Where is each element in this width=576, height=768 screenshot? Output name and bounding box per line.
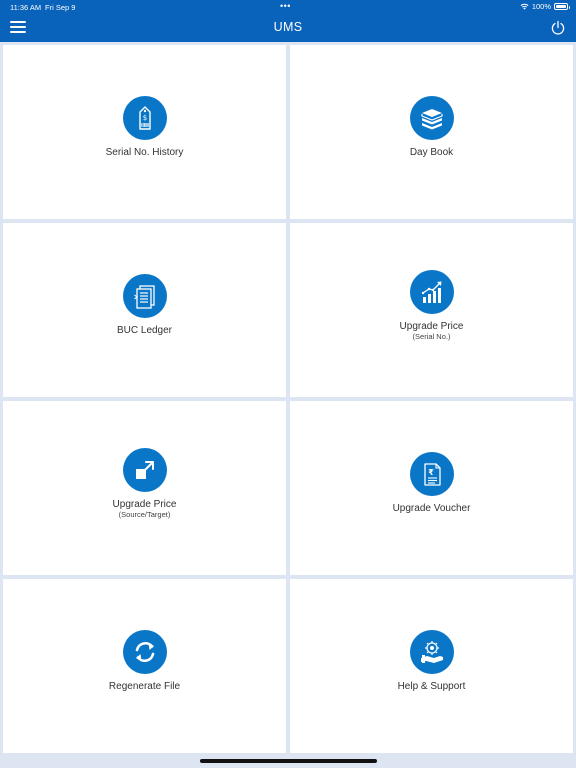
status-time: 11:36 AM bbox=[10, 3, 42, 12]
tile-upgrade-voucher[interactable]: ₹ Upgrade Voucher bbox=[290, 401, 573, 575]
tile-label: Serial No. History bbox=[105, 147, 184, 158]
page-title: UMS bbox=[273, 20, 303, 34]
svg-text:₹: ₹ bbox=[428, 468, 434, 477]
tile-sublabel: (Serial No.) bbox=[412, 331, 451, 341]
tile-label: Day Book bbox=[409, 147, 454, 158]
ledger-document-icon bbox=[122, 274, 167, 318]
tile-day-book[interactable]: Day Book bbox=[290, 45, 573, 219]
price-tag-barcode-icon: $ bbox=[122, 96, 167, 140]
tile-label: Upgrade Price bbox=[399, 320, 464, 332]
tile-label: Upgrade Voucher bbox=[392, 503, 471, 514]
tile-label: Regenerate File bbox=[108, 681, 181, 692]
tile-regenerate-file[interactable]: Regenerate File bbox=[3, 579, 286, 753]
status-bar: 11:36 AM Fri Sep 9 ••• 100% bbox=[0, 0, 576, 14]
refresh-icon bbox=[122, 630, 167, 674]
tile-upgrade-price-serial[interactable]: Upgrade Price (Serial No.) bbox=[290, 223, 573, 397]
tile-sublabel: (Source/Target) bbox=[118, 509, 171, 519]
growth-chart-icon bbox=[409, 269, 454, 314]
menu-grid: $ Serial No. History Day Book BUC Ledger… bbox=[3, 45, 573, 753]
svg-text:$: $ bbox=[142, 114, 146, 122]
status-right: 100% bbox=[520, 2, 570, 11]
tile-serial-no-history[interactable]: $ Serial No. History bbox=[3, 45, 286, 219]
tile-label: Upgrade Price bbox=[112, 498, 177, 510]
tile-label: Help & Support bbox=[397, 681, 466, 692]
wifi-icon bbox=[520, 3, 529, 10]
tile-upgrade-price-source-target[interactable]: Upgrade Price (Source/Target) bbox=[3, 401, 286, 575]
tile-help-support[interactable]: Help & Support bbox=[290, 579, 573, 753]
nav-bar: UMS bbox=[0, 14, 576, 42]
tile-label: BUC Ledger bbox=[116, 325, 173, 336]
battery-percent: 100% bbox=[531, 2, 551, 11]
battery-icon bbox=[554, 3, 570, 10]
tile-buc-ledger[interactable]: BUC Ledger bbox=[3, 223, 286, 397]
status-date: Fri Sep 9 bbox=[45, 3, 76, 12]
book-stack-icon bbox=[409, 96, 454, 140]
power-icon[interactable] bbox=[550, 20, 566, 36]
support-agent-icon bbox=[409, 630, 454, 674]
upgrade-arrow-icon bbox=[122, 447, 167, 492]
home-indicator[interactable] bbox=[200, 759, 377, 763]
multitasking-dots[interactable]: ••• bbox=[280, 1, 291, 11]
rupee-voucher-icon: ₹ bbox=[409, 452, 454, 496]
